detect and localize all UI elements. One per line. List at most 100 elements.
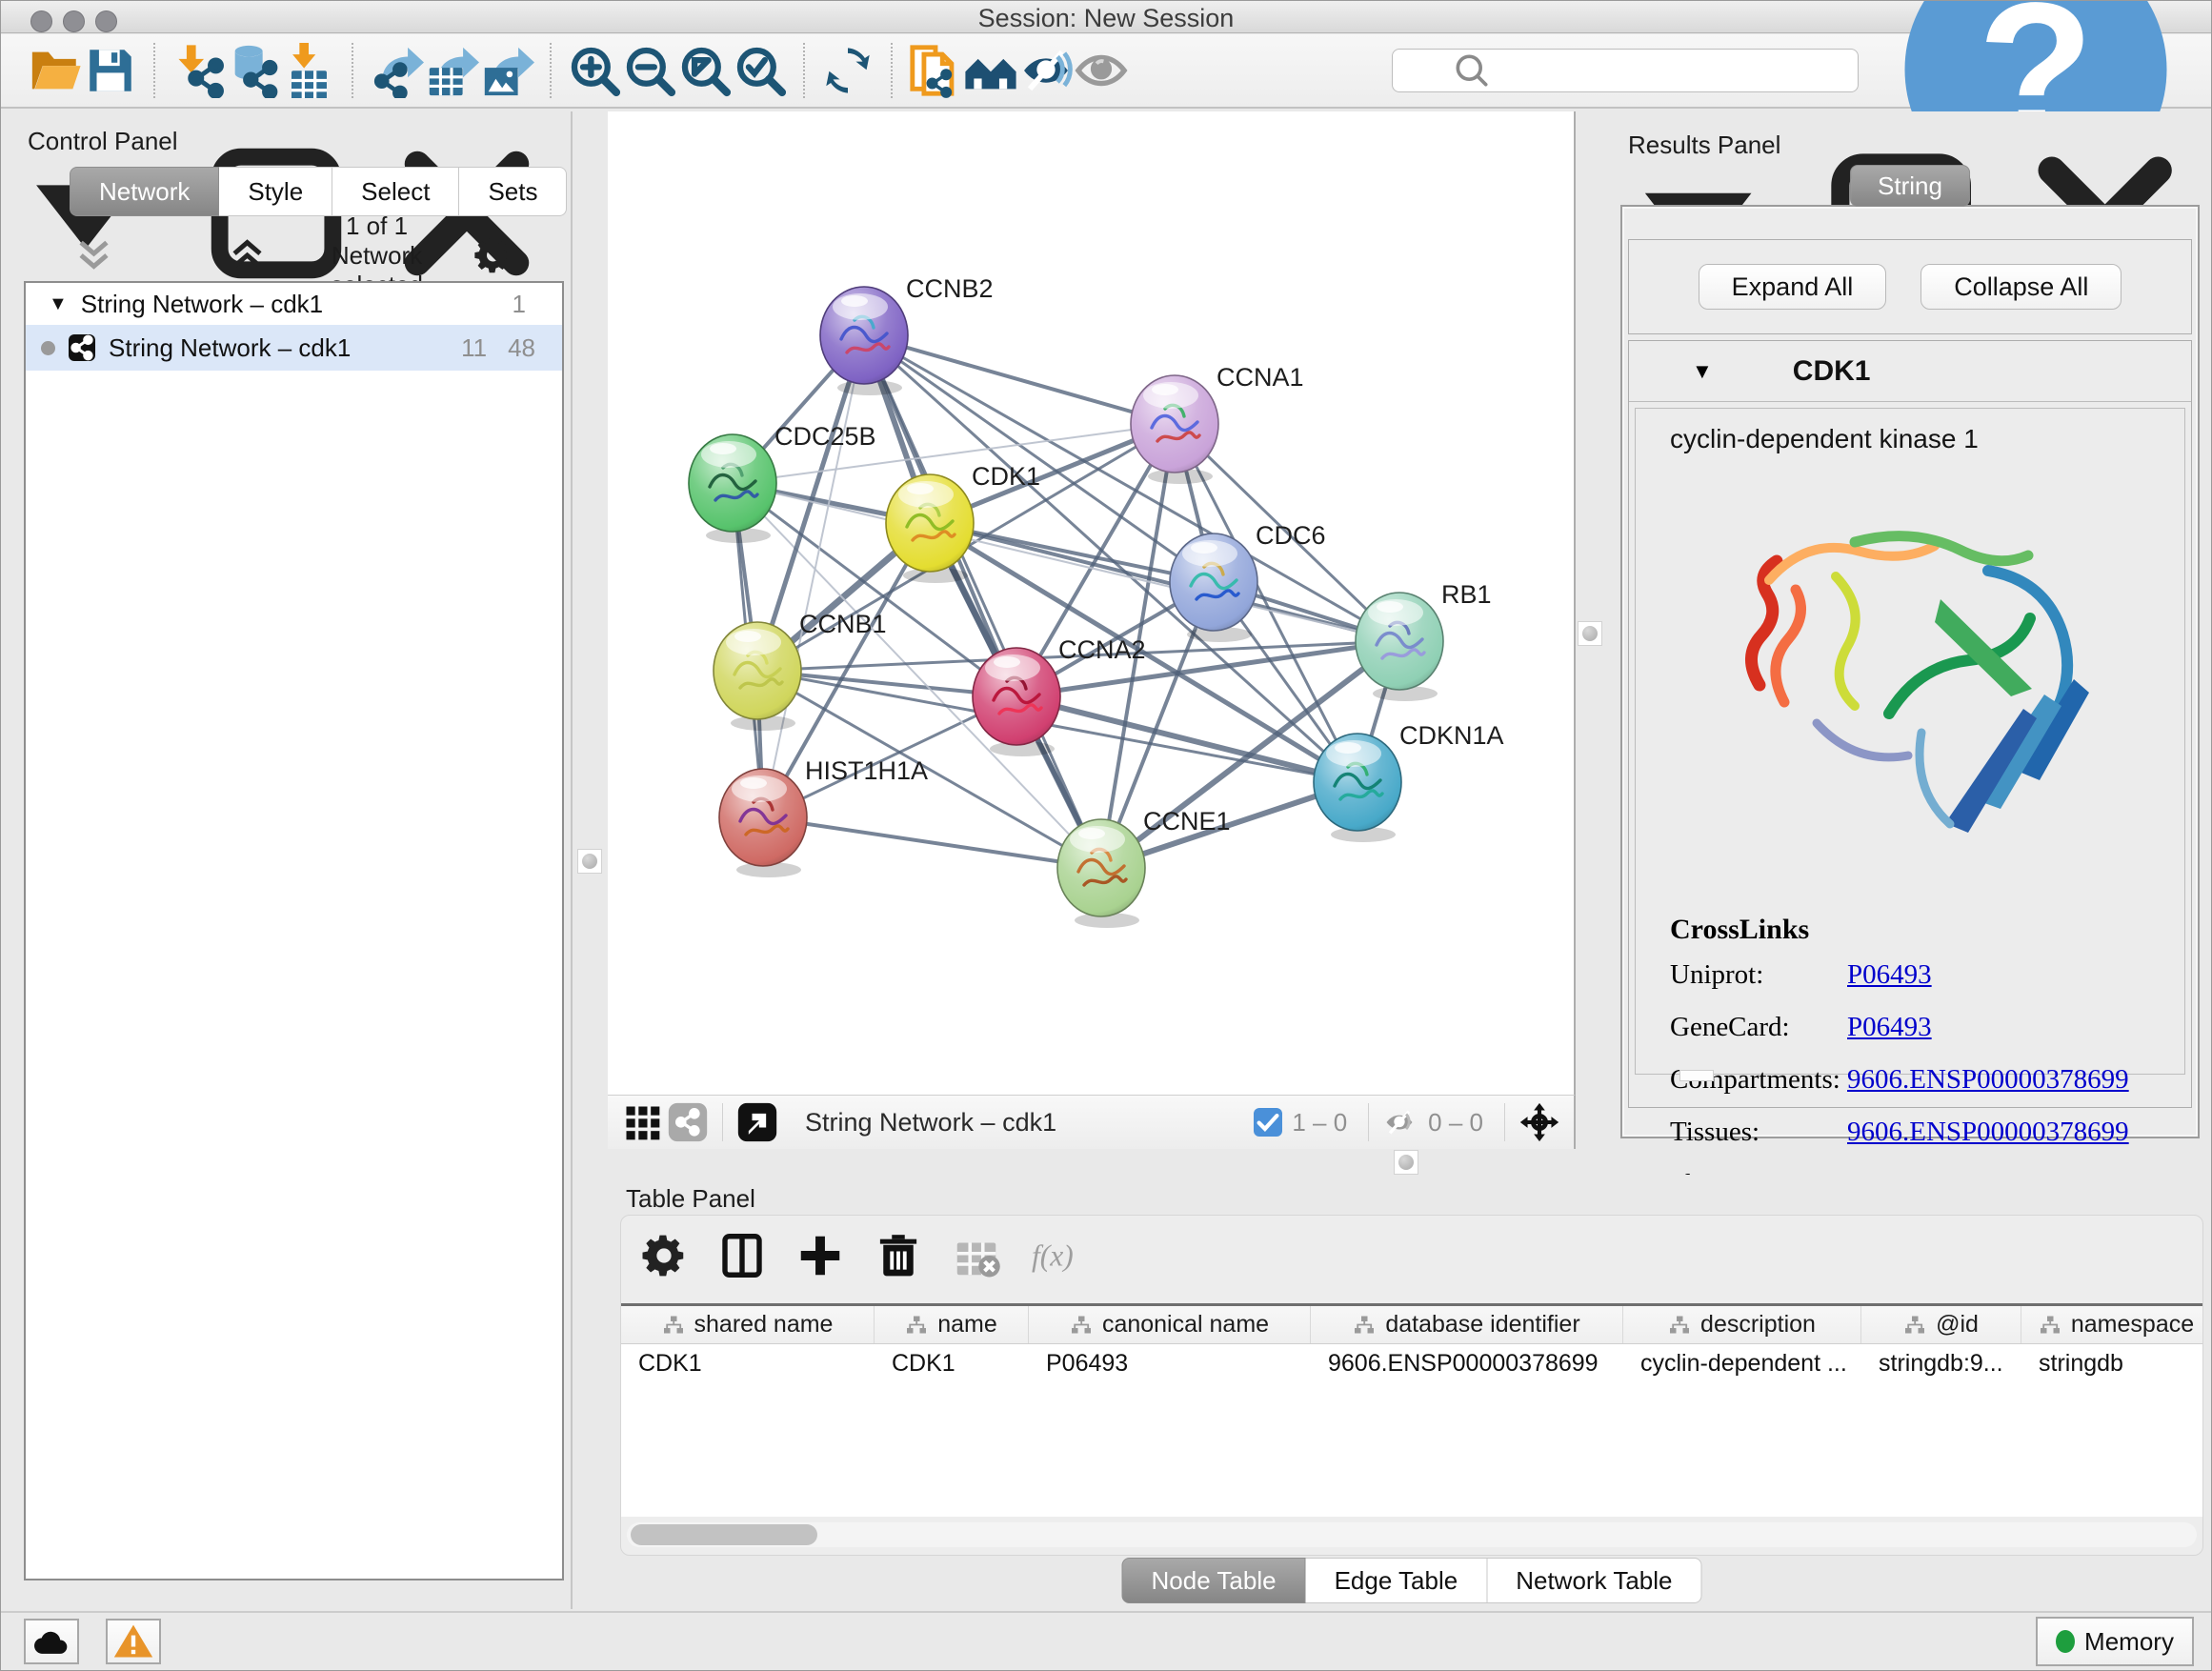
edge-ccne1-hist1h1a[interactable] <box>763 817 1101 868</box>
network-canvas[interactable]: CCNB2CCNA1CDC25BCDK1CDC6RB1CCNB1CCNA2CDK… <box>608 111 1576 1095</box>
tab-edge-table[interactable]: Edge Table <box>1306 1558 1488 1603</box>
home-button[interactable] <box>963 43 1018 98</box>
zoom-in-button[interactable] <box>567 43 622 98</box>
results-panel: Results Panel String Expand All Collapse… <box>1607 111 2212 1175</box>
export-table-button[interactable] <box>424 43 479 98</box>
node-cdc25b[interactable] <box>689 434 776 543</box>
bird-eye-toggle-button[interactable] <box>1074 43 1129 98</box>
network-row-selected[interactable]: String Network – cdk1 11 48 <box>26 325 562 371</box>
node-ccnb1[interactable] <box>714 622 801 731</box>
table-cell[interactable]: 9606.ENSP00000378699 <box>1311 1344 1623 1384</box>
node-table[interactable]: shared namenamecanonical namedatabase id… <box>621 1303 2202 1517</box>
column-header-name[interactable]: name <box>875 1306 1029 1343</box>
table-cell[interactable]: cyclin-dependent ... <box>1623 1344 1861 1384</box>
crosslink-link[interactable]: P06493 <box>1847 959 1932 990</box>
search-input[interactable] <box>1541 51 1848 90</box>
import-table-icon <box>281 43 336 98</box>
column-header-shared-name[interactable]: shared name <box>621 1306 875 1343</box>
table-row[interactable]: CDK1CDK1P064939606.ENSP00000378699cyclin… <box>621 1344 2202 1384</box>
tab-network-table[interactable]: Network Table <box>1487 1558 1701 1603</box>
bottom-splitter-handle[interactable] <box>1394 1150 1418 1175</box>
document-share-icon <box>908 43 963 98</box>
tab-string[interactable]: String <box>1850 165 1970 207</box>
left-splitter-handle[interactable] <box>577 849 602 874</box>
tab-style[interactable]: Style <box>219 167 332 216</box>
table-cell[interactable]: stringdb <box>2021 1344 2202 1384</box>
node-hist1h1a[interactable] <box>719 769 807 877</box>
tab-node-table[interactable]: Node Table <box>1122 1558 1306 1603</box>
cloud-icon <box>26 1621 77 1662</box>
expand-all-networks-button[interactable] <box>177 233 317 277</box>
tab-network[interactable]: Network <box>70 167 219 216</box>
collection-disclosure-icon[interactable]: ▼ <box>49 293 68 315</box>
import-table-button[interactable] <box>281 43 336 98</box>
show-columns-button[interactable] <box>716 1230 768 1281</box>
network-collection-row[interactable]: ▼ String Network – cdk1 1 <box>26 283 562 325</box>
collapse-all-networks-button[interactable] <box>24 233 164 277</box>
warnings-button[interactable] <box>106 1619 161 1664</box>
edge-cdk1-rb1[interactable] <box>930 523 1399 641</box>
column-header-database-identifier[interactable]: database identifier <box>1311 1306 1623 1343</box>
edge-ccnb2-hist1h1a[interactable] <box>763 335 864 817</box>
export-network-button[interactable] <box>369 43 424 98</box>
column-header-namespace[interactable]: namespace <box>2021 1306 2202 1343</box>
pan-mode-button[interactable] <box>1517 1101 1562 1143</box>
hidden-count: 0 – 0 <box>1428 1108 1483 1137</box>
tab-sets[interactable]: Sets <box>459 167 567 216</box>
column-header-description[interactable]: description <box>1623 1306 1861 1343</box>
crosslink-link[interactable]: 9606.ENSP00000378699 <box>1847 1117 2129 1147</box>
delete-column-button[interactable] <box>873 1230 924 1281</box>
network-grid-mode-button[interactable] <box>619 1101 665 1143</box>
export-web-page-button[interactable] <box>908 43 963 98</box>
crosslink-link[interactable]: P06493 <box>1847 1012 1932 1042</box>
network-share-button[interactable] <box>665 1101 711 1143</box>
table-hscrollbar[interactable] <box>627 1522 2197 1547</box>
table-cell[interactable]: P06493 <box>1029 1344 1311 1384</box>
table-hscroll-thumb[interactable] <box>631 1524 817 1545</box>
cloud-status-button[interactable] <box>24 1619 79 1664</box>
results-hscroll-thumb[interactable] <box>1679 1070 1714 1081</box>
edge-ccne1-ccnb2[interactable] <box>864 335 1101 868</box>
table-cell[interactable]: stringdb:9... <box>1861 1344 2021 1384</box>
export-image-button[interactable] <box>479 43 534 98</box>
open-session-button[interactable] <box>28 43 83 98</box>
node-rb1[interactable] <box>1356 593 1443 701</box>
apply-layout-button[interactable] <box>820 43 875 98</box>
expand-all-button[interactable]: Expand All <box>1699 264 1887 310</box>
entry-disclosure-icon[interactable]: ▼ <box>1692 359 1713 384</box>
node-ccnb2[interactable] <box>820 287 908 395</box>
tab-select[interactable]: Select <box>332 167 459 216</box>
node-label-rb1: RB1 <box>1441 580 1492 609</box>
import-network-database-button[interactable] <box>226 43 281 98</box>
edge-ccnb2-ccna1[interactable] <box>864 335 1175 424</box>
node-cdkn1a[interactable] <box>1314 734 1401 842</box>
zoom-selected-button[interactable] <box>733 43 788 98</box>
network-options-gear-button[interactable] <box>423 233 563 277</box>
right-splitter-handle[interactable] <box>1578 621 1602 646</box>
node-ccna1[interactable] <box>1131 375 1218 484</box>
toggle-graphics-details-button[interactable] <box>1018 43 1074 98</box>
node-ccne1[interactable] <box>1057 819 1145 928</box>
table-cell[interactable]: CDK1 <box>875 1344 1029 1384</box>
table-options-button[interactable] <box>638 1230 690 1281</box>
crosslink-link[interactable]: 9606.ENSP00000378699 <box>1847 1064 2129 1095</box>
delete-table-button[interactable] <box>951 1230 1002 1281</box>
create-column-button[interactable] <box>794 1230 846 1281</box>
share-icon <box>665 1101 711 1143</box>
detach-view-button[interactable] <box>734 1101 780 1143</box>
node-ccna2[interactable] <box>973 648 1060 756</box>
collapse-all-button[interactable]: Collapse All <box>1920 264 2122 310</box>
memory-button[interactable]: Memory <box>2036 1617 2194 1666</box>
hidden-eye-slash-icon[interactable] <box>1380 1106 1418 1138</box>
function-builder-button[interactable]: f(x) <box>1029 1230 1080 1281</box>
column-header-canonical-name[interactable]: canonical name <box>1029 1306 1311 1343</box>
save-session-button[interactable] <box>83 43 138 98</box>
table-cell[interactable]: CDK1 <box>621 1344 875 1384</box>
zoom-fit-button[interactable] <box>677 43 733 98</box>
column-header-@id[interactable]: @id <box>1861 1306 2021 1343</box>
string-network-graph[interactable]: CCNB2CCNA1CDC25BCDK1CDC6RB1CCNB1CCNA2CDK… <box>608 111 1574 1093</box>
import-network-file-button[interactable] <box>171 43 226 98</box>
entry-header[interactable]: ▼ CDK1 <box>1629 341 2191 402</box>
selected-checkbox-icon[interactable] <box>1254 1108 1282 1137</box>
zoom-out-button[interactable] <box>622 43 677 98</box>
